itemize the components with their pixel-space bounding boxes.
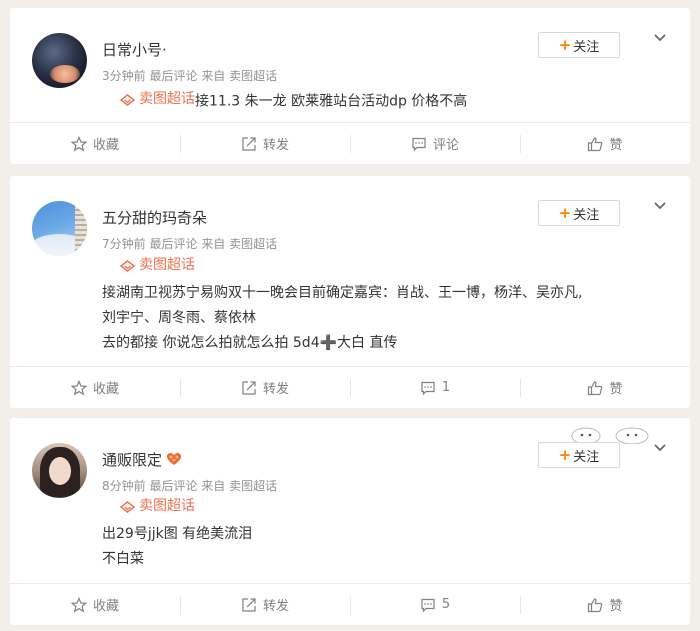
favorite-button[interactable]: 收藏 [10, 367, 180, 408]
star-icon [70, 135, 87, 151]
supertopic-diamond-icon [120, 500, 135, 513]
post-meta: 7分钟前 最后评论 来自 卖图超话 [102, 237, 278, 251]
supertopic-diamond-icon [120, 93, 135, 106]
star-icon [70, 596, 87, 612]
supertopic-link[interactable]: 卖图超话 [120, 494, 195, 519]
post-body: 卖图超话 出29号jjk图 有绝美流泪 不白菜 [102, 494, 252, 572]
follow-button[interactable]: + 关注 [538, 442, 620, 468]
repost-label: 转发 [262, 382, 289, 397]
plus-icon: + [558, 203, 572, 222]
action-bar: 收藏 转发 5 赞 [10, 583, 690, 625]
username[interactable]: 五分甜的玛奇朵 [102, 207, 207, 228]
comment-icon [421, 381, 435, 395]
comment-icon [412, 137, 426, 151]
post-meta: 3分钟前 最后评论 来自 卖图超话 [102, 69, 278, 83]
member-badge-icon [167, 453, 182, 465]
avatar[interactable] [32, 33, 87, 88]
repost-label: 转发 [262, 138, 289, 153]
username[interactable]: 日常小号· [102, 39, 167, 60]
chevron-down-icon[interactable] [653, 31, 667, 45]
post-text-line: 出29号jjk图 有绝美流泪 [102, 525, 253, 542]
chevron-down-icon[interactable] [653, 199, 667, 213]
comment-icon [421, 598, 435, 612]
comment-count: 1 [441, 380, 451, 395]
username-text: 通贩限定 [102, 451, 163, 469]
post-text-line: 去的都接 你说怎么拍就怎么拍 5d4➕大白 直传 [102, 334, 398, 351]
repost-icon [242, 380, 256, 395]
supertopic-link[interactable]: 卖图超话 [120, 87, 195, 112]
plus-icon: + [558, 445, 572, 464]
supertopic-diamond-icon [120, 259, 135, 272]
supertopic-label: 卖图超话 [139, 498, 195, 514]
thumbs-up-icon [588, 597, 603, 612]
plus-icon: + [558, 35, 572, 54]
repost-button[interactable]: 转发 [180, 584, 350, 625]
comment-button[interactable]: 1 [350, 367, 520, 408]
comment-button[interactable]: 5 [350, 584, 520, 625]
follow-button[interactable]: + 关注 [538, 200, 620, 226]
star-icon [70, 379, 87, 395]
repost-label: 转发 [262, 599, 289, 614]
post-text-line: 接11.3 朱一龙 欧莱雅站台活动dp 价格不高 [195, 93, 468, 110]
follow-decoration [571, 427, 649, 444]
follow-button[interactable]: + 关注 [538, 32, 620, 58]
like-button[interactable]: 赞 [520, 367, 690, 408]
post-meta: 8分钟前 最后评论 来自 卖图超话 [102, 479, 278, 493]
thumbs-up-icon [588, 380, 603, 395]
follow-label: 关注 [573, 207, 600, 223]
supertopic-label: 卖图超话 [139, 257, 195, 273]
feed-card: 通贩限定 8分钟前 最后评论 来自 卖图超话 + 关注 卖图超话 出29号jjk… [10, 418, 690, 625]
post-body: 卖图超话 接11.3 朱一龙 欧莱雅站台活动dp 价格不高 [102, 87, 467, 115]
like-label: 赞 [609, 599, 623, 614]
thumbs-up-icon [588, 136, 603, 151]
favorite-label: 收藏 [92, 382, 119, 397]
follow-label: 关注 [573, 449, 600, 465]
like-label: 赞 [609, 138, 623, 153]
post-text-line: 接湖南卫视苏宁易购双十一晚会目前确定嘉宾：肖战、王一博，杨洋、吴亦凡, [102, 284, 583, 301]
comment-label: 评论 [432, 138, 459, 153]
feed-card: 五分甜的玛奇朵 7分钟前 最后评论 来自 卖图超话 + 关注 卖图超话 接湖南卫… [10, 176, 690, 408]
favorite-label: 收藏 [92, 138, 119, 153]
supertopic-label: 卖图超话 [139, 91, 195, 107]
repost-button[interactable]: 转发 [180, 123, 350, 164]
favorite-label: 收藏 [92, 599, 119, 614]
favorite-button[interactable]: 收藏 [10, 123, 180, 164]
comment-count: 5 [441, 597, 451, 612]
repost-icon [242, 136, 256, 151]
repost-icon [242, 597, 256, 612]
favorite-button[interactable]: 收藏 [10, 584, 180, 625]
like-button[interactable]: 赞 [520, 584, 690, 625]
follow-label: 关注 [573, 39, 600, 55]
action-bar: 收藏 转发 评论 赞 [10, 122, 690, 164]
like-button[interactable]: 赞 [520, 123, 690, 164]
post-text-line: 不白菜 [102, 550, 144, 567]
chevron-down-icon[interactable] [653, 441, 667, 455]
post-text-line: 刘宇宁、周冬雨、蔡依林 [102, 309, 256, 326]
comment-button[interactable]: 评论 [350, 123, 520, 164]
feed-card: 日常小号· 3分钟前 最后评论 来自 卖图超话 + 关注 卖图超话 接11.3 … [10, 8, 690, 164]
avatar[interactable] [32, 443, 87, 498]
username[interactable]: 通贩限定 [102, 449, 182, 470]
action-bar: 收藏 转发 1 赞 [10, 366, 690, 408]
post-body: 卖图超话 接湖南卫视苏宁易购双十一晚会目前确定嘉宾：肖战、王一博，杨洋、吴亦凡,… [102, 253, 582, 356]
repost-button[interactable]: 转发 [180, 367, 350, 408]
avatar[interactable] [32, 201, 87, 256]
like-label: 赞 [609, 382, 623, 397]
supertopic-link[interactable]: 卖图超话 [120, 253, 195, 278]
